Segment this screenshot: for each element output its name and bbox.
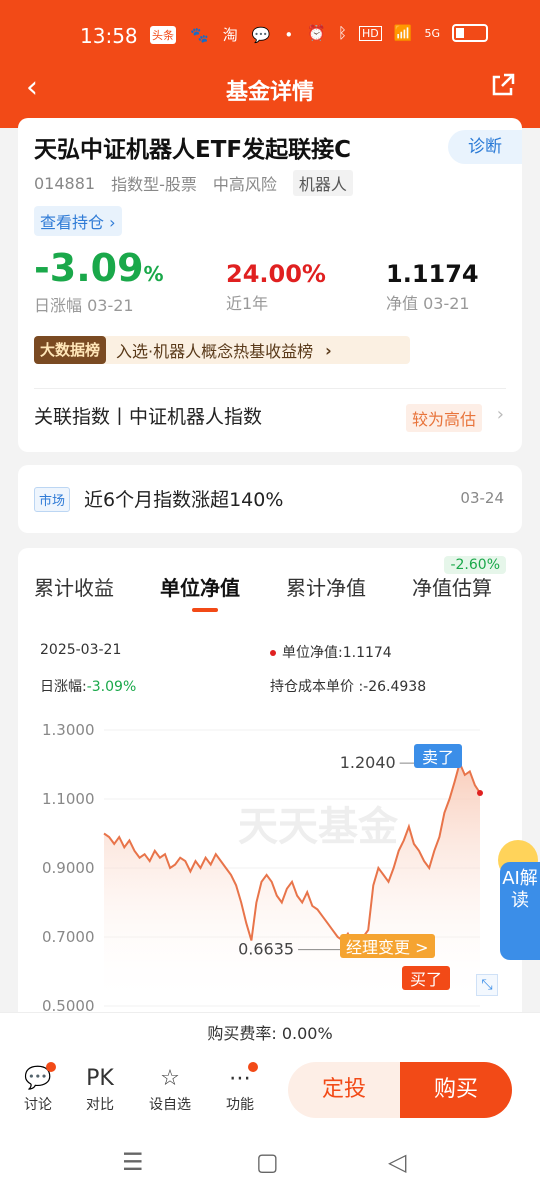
chart-card: 累计收益 单位净值 累计净值 净值估算 -2.60% 2025-03-21 单位…	[18, 548, 522, 1068]
last-point	[477, 789, 483, 796]
wechat-icon: 💬	[251, 25, 271, 44]
dingtou-button[interactable]: 定投	[288, 1062, 400, 1118]
fund-meta: 014881 指数型-股票 中高风险 机器人	[34, 170, 353, 196]
valuation-tag: 较为高估	[405, 404, 482, 432]
page-title: 基金详情	[225, 80, 314, 105]
chart-date: 2025-03-21	[40, 642, 122, 658]
baidu-icon: 🐾	[190, 25, 209, 44]
market-date: 03-24	[460, 489, 504, 507]
notification-icons: 头条 🐾 淘 💬 •	[150, 24, 293, 45]
bluetooth-icon: ᛒ	[338, 24, 348, 42]
status-bar: 13:58 头条 🐾 淘 💬 • ⏰ ᛒ HD 📶 5G	[0, 22, 540, 52]
year-return-label: 近1年	[226, 294, 269, 313]
chart-daily-info: 日涨幅:-3.09%	[40, 679, 137, 695]
fund-summary-card: 天弘中证机器人ETF发起联接C 诊断 014881 指数型-股票 中高风险 机器…	[18, 118, 522, 452]
estimate-badge: -2.60%	[444, 556, 506, 574]
daily-change-pct: %	[143, 262, 164, 286]
discuss-button[interactable]: 💬 讨论	[10, 1062, 66, 1114]
daily-change-stat: -3.09% 日涨幅 03-21	[34, 246, 164, 316]
bigdata-ranking[interactable]: 大数据榜 入选·机器人概念热基收益榜 ›	[34, 336, 410, 364]
chart-nav-info: 单位净值:1.1174	[270, 642, 392, 662]
bigdata-text: 入选·机器人概念热基收益榜	[116, 342, 314, 361]
related-index[interactable]: 关联指数丨中证机器人指数	[34, 402, 262, 429]
purchase-fee: 购买费率: 0.00%	[0, 1012, 540, 1054]
max-label: 1.2040	[340, 753, 396, 772]
hd-icon: HD	[359, 25, 382, 41]
cost-price-info: 持仓成本单价 :-26.4938	[270, 679, 427, 695]
fund-tag[interactable]: 机器人	[292, 170, 353, 196]
year-return-stat: 24.00% 近1年	[226, 260, 326, 314]
view-holdings-button[interactable]: 查看持仓 ›	[34, 206, 122, 236]
chat-bubble-icon: 💬	[10, 1062, 66, 1094]
sell-marker: 卖了	[414, 744, 463, 768]
nav-stat: 1.1174 净值 03-21	[386, 260, 479, 314]
wifi-icon: 📶	[393, 24, 413, 42]
share-icon[interactable]	[490, 72, 516, 98]
signal-icon: 5G	[424, 26, 440, 40]
menu-icon[interactable]: ☰	[122, 1148, 144, 1176]
market-text: 近6个月指数涨超140%	[84, 489, 284, 511]
bottom-bar: 💬 讨论 PK 对比 ☆ 设自选 ⋯ 功能 定投 购买	[0, 1054, 540, 1128]
daily-change-value: -3.09	[34, 246, 144, 290]
red-dot-icon	[270, 650, 276, 656]
nav-label: 净值 03-21	[386, 294, 470, 313]
divider	[34, 388, 506, 389]
home-icon[interactable]: ▢	[256, 1148, 279, 1176]
fullscreen-icon[interactable]: ⤡	[476, 974, 498, 996]
tab-nav-estimate[interactable]: 净值估算	[412, 572, 492, 601]
y-tick-label: 1.1000	[42, 790, 95, 808]
manager-change-marker[interactable]: 经理变更 >	[340, 934, 435, 958]
buy-button[interactable]: 购买	[400, 1062, 512, 1118]
functions-button[interactable]: ⋯ 功能	[212, 1062, 268, 1114]
fund-risk: 中高风险	[212, 175, 277, 194]
nav-bar: ‹ 基金详情	[0, 70, 540, 110]
pk-icon: PK	[86, 1066, 114, 1091]
more-dots-icon: ⋯	[212, 1062, 268, 1094]
fund-name: 天弘中证机器人ETF发起联接C	[34, 137, 351, 163]
market-tag: 市场	[34, 487, 71, 512]
y-tick-label: 0.7000	[42, 928, 95, 946]
ai-interpret-button[interactable]: AI解读	[500, 862, 540, 960]
add-watchlist-button[interactable]: ☆ 设自选	[142, 1064, 198, 1114]
chart-watermark: 天天基金	[238, 804, 399, 850]
chart-tabs: 累计收益 单位净值 累计净值 净值估算	[18, 572, 522, 612]
back-triangle-icon[interactable]: ◁	[388, 1148, 406, 1176]
fund-type: 指数型-股票	[111, 175, 197, 194]
star-plus-icon: ☆	[160, 1066, 180, 1091]
chevron-right-icon[interactable]: ›	[497, 404, 504, 425]
bigdata-badge: 大数据榜	[34, 336, 107, 364]
y-tick-label: 1.3000	[42, 721, 95, 739]
taobao-icon: 淘	[222, 26, 238, 44]
system-icons: ⏰ ᛒ HD 📶 5G	[307, 24, 488, 42]
fund-code: 014881	[34, 173, 96, 193]
tab-cumulative-nav[interactable]: 累计净值	[286, 572, 366, 601]
daily-change-label: 日涨幅 03-21	[34, 296, 134, 315]
nav-value: 1.1174	[386, 260, 479, 288]
dot-icon: •	[284, 25, 294, 44]
battery-icon	[452, 24, 488, 42]
system-nav-bar: ☰ ▢ ◁	[0, 1128, 540, 1200]
active-tab-indicator	[192, 608, 218, 612]
market-news-card[interactable]: 市场 近6个月指数涨超140% 03-24	[18, 465, 522, 533]
clock: 13:58	[80, 24, 138, 48]
tab-unit-nav[interactable]: 单位净值	[160, 572, 240, 601]
compare-button[interactable]: PK 对比	[72, 1064, 128, 1114]
tab-cumulative-return[interactable]: 累计收益	[34, 572, 114, 601]
chevron-right-icon: ›	[325, 340, 332, 360]
buy-marker: 买了	[402, 966, 451, 990]
year-return-value: 24.00%	[226, 260, 326, 288]
top-header: 13:58 头条 🐾 淘 💬 • ⏰ ᛒ HD 📶 5G ‹ 基金详情	[0, 0, 540, 128]
y-tick-label: 0.9000	[42, 859, 95, 877]
alarm-icon: ⏰	[307, 24, 327, 42]
toutiao-icon: 头条	[150, 25, 176, 44]
diagnose-button[interactable]: 诊断	[448, 130, 522, 164]
min-label: 0.6635	[238, 940, 294, 959]
